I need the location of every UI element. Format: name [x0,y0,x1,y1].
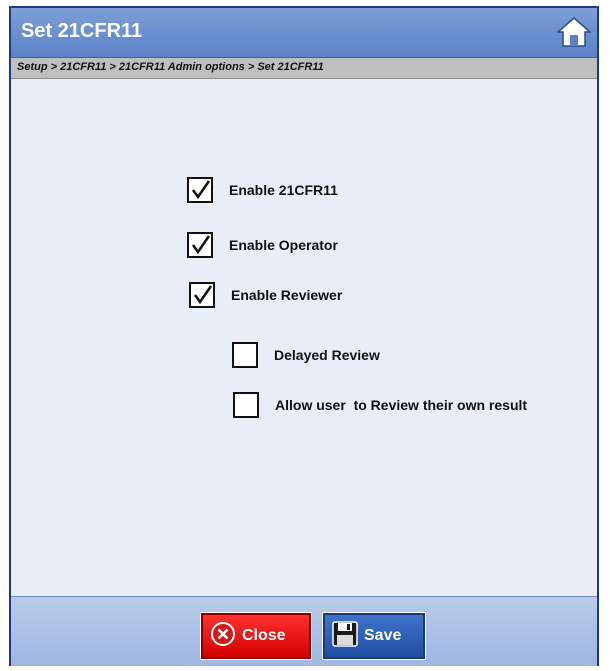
enable-reviewer-label: Enable Reviewer [231,287,343,303]
footer-toolbar: Close Save [11,596,597,666]
checkmark-icon [191,235,211,255]
delayed-review-label: Delayed Review [274,347,380,363]
enable-21cfr11-checkbox[interactable] [187,177,213,203]
close-button[interactable]: Close [200,612,312,660]
close-circle-icon [210,621,236,652]
option-enable-operator[interactable]: Enable Operator [187,232,338,258]
option-delayed-review[interactable]: Delayed Review [232,342,380,368]
option-enable-reviewer[interactable]: Enable Reviewer [189,282,342,308]
options-panel: Enable 21CFR11 Enable Operator Enable Re… [11,79,597,596]
home-button[interactable] [556,17,592,47]
checkmark-icon [191,180,211,200]
checkmark-icon [193,285,213,305]
floppy-disk-icon [332,620,358,652]
enable-21cfr11-label: Enable 21CFR11 [229,182,338,198]
enable-reviewer-checkbox[interactable] [189,282,215,308]
breadcrumb: Setup > 21CFR11 > 21CFR11 Admin options … [17,61,324,73]
window-title: Set 21CFR11 [21,20,143,42]
save-button[interactable]: Save [322,612,426,660]
home-icon [556,17,592,47]
enable-operator-label: Enable Operator [229,237,338,253]
allow-self-review-label: Allow user to Review their own result [275,397,528,413]
settings-window: Set 21CFR11 Setup > 21CFR11 > 21CFR11 Ad… [9,6,599,666]
title-bar: Set 21CFR11 [11,8,597,58]
save-button-label: Save [364,627,402,644]
breadcrumb-bar: Setup > 21CFR11 > 21CFR11 Admin options … [11,58,597,79]
option-allow-self-review[interactable]: Allow user to Review their own result [233,392,527,418]
option-enable-21cfr11[interactable]: Enable 21CFR11 [187,177,338,203]
close-button-label: Close [242,627,286,644]
allow-self-review-checkbox[interactable] [233,392,259,418]
enable-operator-checkbox[interactable] [187,232,213,258]
delayed-review-checkbox[interactable] [232,342,258,368]
